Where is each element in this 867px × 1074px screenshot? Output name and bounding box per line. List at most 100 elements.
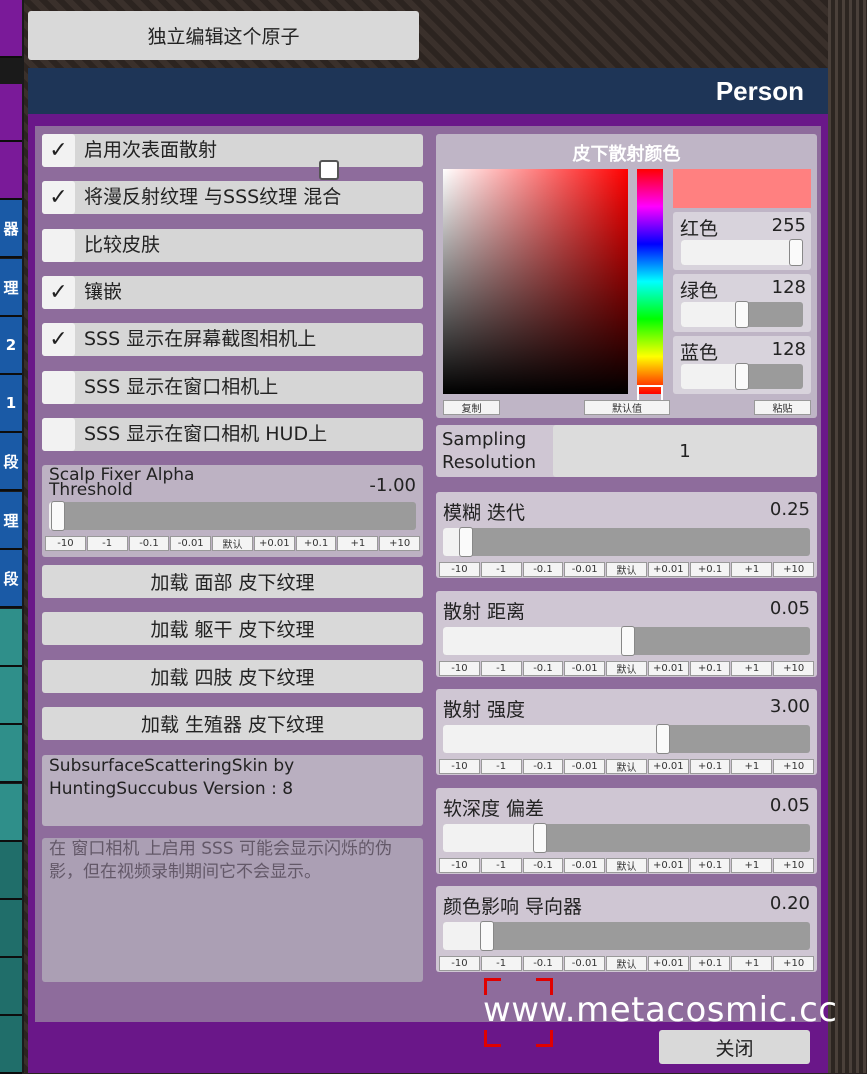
checkbox-row[interactable]: ✓ 启用次表面散射 <box>42 134 423 167</box>
left-tab[interactable] <box>0 142 22 200</box>
step-button[interactable]: -10 <box>439 660 480 676</box>
step-button[interactable]: -1 <box>480 759 522 775</box>
step-button[interactable]: -10 <box>439 956 480 972</box>
step-button[interactable]: -0.1 <box>522 857 564 873</box>
left-tab[interactable]: 2 <box>0 317 22 375</box>
slider-knob[interactable] <box>655 724 670 755</box>
left-tab[interactable]: 段 <box>0 550 22 608</box>
step-button[interactable]: +0.01 <box>253 536 295 551</box>
blue-slider[interactable] <box>681 363 803 390</box>
checkbox-row[interactable]: ✓ 镶嵌 <box>42 275 423 309</box>
step-button[interactable]: +0.01 <box>647 562 689 577</box>
step-button[interactable]: -0.01 <box>564 759 606 775</box>
slider-knob[interactable] <box>480 921 495 952</box>
step-button[interactable]: +10 <box>379 536 421 551</box>
checkbox[interactable]: ✓ <box>42 323 75 357</box>
step-button[interactable]: +1 <box>731 857 773 873</box>
checkbox[interactable] <box>42 417 75 451</box>
checkbox-row[interactable]: ✓ 将漫反射纹理 与SSS纹理 混合 <box>42 181 423 215</box>
left-tab[interactable] <box>0 1016 22 1074</box>
step-button[interactable]: -1 <box>480 857 522 873</box>
green-slider[interactable] <box>681 301 803 328</box>
step-button[interactable]: +10 <box>773 857 815 873</box>
step-button[interactable]: +0.1 <box>295 536 337 551</box>
step-button[interactable]: +0.01 <box>647 857 689 873</box>
step-button[interactable]: +1 <box>337 536 379 551</box>
step-button[interactable]: -10 <box>439 759 480 775</box>
left-tab[interactable]: 段 <box>0 433 22 491</box>
slider-track[interactable] <box>443 625 810 656</box>
checkbox-row[interactable]: SSS 显示在窗口相机 HUD上 <box>42 417 423 451</box>
slider-knob[interactable] <box>620 625 635 656</box>
edit-atom-independently-button[interactable]: 独立编辑这个原子 <box>28 11 419 60</box>
slider-track[interactable] <box>443 724 810 755</box>
checkbox[interactable]: ✓ <box>42 134 75 167</box>
step-button[interactable]: +0.1 <box>689 660 731 676</box>
step-button[interactable]: -0.01 <box>564 660 606 676</box>
checkbox-row[interactable]: 比较皮肤 <box>42 228 423 262</box>
paste-color-button[interactable]: 粘贴 <box>754 400 811 415</box>
step-button[interactable]: +0.1 <box>689 857 731 873</box>
checkbox[interactable] <box>42 228 75 262</box>
step-button[interactable]: +0.01 <box>647 660 689 676</box>
step-button[interactable]: -10 <box>45 536 86 551</box>
step-button[interactable]: +0.01 <box>647 956 689 972</box>
step-button[interactable]: -10 <box>439 857 480 873</box>
red-slider[interactable] <box>681 239 803 266</box>
step-button[interactable]: +0.1 <box>689 759 731 775</box>
checkbox[interactable] <box>42 370 75 404</box>
step-button[interactable]: -1 <box>86 536 128 551</box>
checkbox-row[interactable]: ✓ SSS 显示在屏幕截图相机上 <box>42 323 423 357</box>
step-button[interactable]: -0.1 <box>522 956 564 972</box>
step-button[interactable]: -0.1 <box>522 759 564 775</box>
step-button[interactable]: +0.1 <box>689 956 731 972</box>
step-button[interactable]: +10 <box>773 956 815 972</box>
left-tab[interactable] <box>0 84 22 142</box>
step-button[interactable]: -0.01 <box>564 857 606 873</box>
load-texture-button[interactable]: 加载 生殖器 皮下纹理 <box>42 706 423 740</box>
step-button[interactable]: 默认 <box>606 660 647 676</box>
left-tab[interactable] <box>0 842 22 900</box>
left-tab[interactable] <box>0 609 22 667</box>
step-button[interactable]: -1 <box>480 956 522 972</box>
step-button[interactable]: +10 <box>773 562 815 577</box>
step-button[interactable]: +1 <box>731 759 773 775</box>
step-button[interactable]: 默认 <box>606 956 647 972</box>
step-button[interactable]: +0.01 <box>647 759 689 775</box>
load-texture-button[interactable]: 加载 面部 皮下纹理 <box>42 565 423 598</box>
default-color-button[interactable]: 默认值 <box>584 400 670 415</box>
step-button[interactable]: -0.01 <box>564 956 606 972</box>
left-tab[interactable] <box>0 784 22 842</box>
step-button[interactable]: +10 <box>773 660 815 676</box>
step-button[interactable]: -0.01 <box>170 536 212 551</box>
left-tab[interactable] <box>0 958 22 1016</box>
left-tab[interactable]: 理 <box>0 259 22 317</box>
drag-handle-icon[interactable] <box>319 160 339 180</box>
hue-bar[interactable] <box>637 169 663 394</box>
red-slider-knob[interactable] <box>789 239 803 266</box>
step-button[interactable]: +10 <box>773 759 815 775</box>
left-tab[interactable]: 器 <box>0 200 22 258</box>
step-button[interactable]: 默认 <box>606 857 647 873</box>
step-button[interactable]: -0.01 <box>564 562 606 577</box>
checkbox[interactable]: ✓ <box>42 181 75 215</box>
left-tab[interactable]: 理 <box>0 492 22 550</box>
green-slider-knob[interactable] <box>735 301 750 328</box>
left-tab[interactable] <box>0 667 22 725</box>
checkbox[interactable]: ✓ <box>42 275 75 309</box>
step-button[interactable]: +1 <box>731 660 773 676</box>
step-button[interactable]: -1 <box>480 562 522 577</box>
left-tab[interactable] <box>0 725 22 783</box>
checkbox-row[interactable]: SSS 显示在窗口相机上 <box>42 370 423 404</box>
step-button[interactable]: 默认 <box>606 759 647 775</box>
blue-slider-knob[interactable] <box>735 363 750 390</box>
step-button[interactable]: -1 <box>480 660 522 676</box>
step-button[interactable]: -10 <box>439 562 480 577</box>
saturation-value-square[interactable] <box>443 169 628 394</box>
step-button[interactable]: +1 <box>731 562 773 577</box>
slider-knob[interactable] <box>51 501 65 531</box>
close-button[interactable]: 关闭 <box>659 1030 810 1064</box>
load-texture-button[interactable]: 加载 四肢 皮下纹理 <box>42 659 423 693</box>
load-texture-button[interactable]: 加载 躯干 皮下纹理 <box>42 612 423 646</box>
slider-track[interactable] <box>443 921 810 952</box>
